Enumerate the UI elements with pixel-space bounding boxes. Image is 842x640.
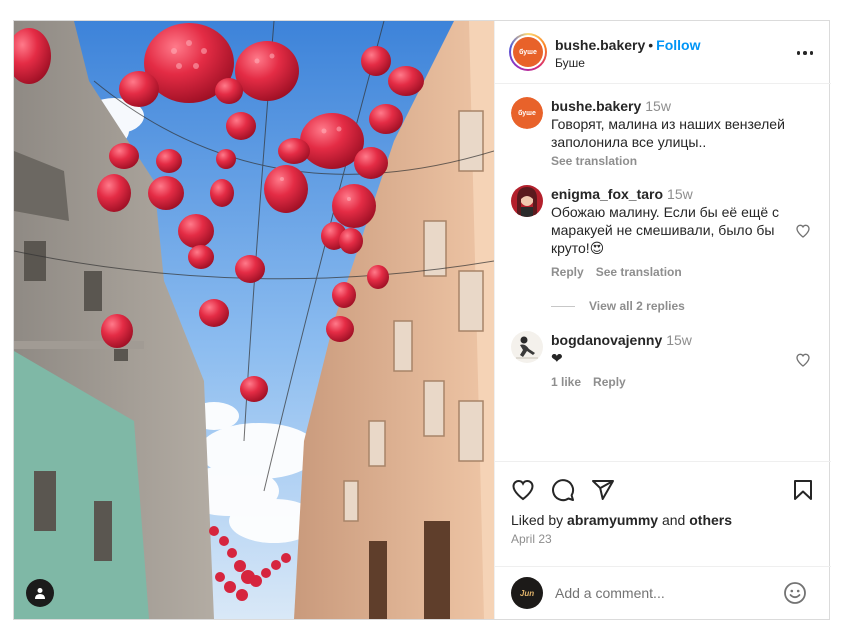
separator-dot: • [648,37,654,53]
reply-button[interactable]: Reply [593,375,626,389]
commenter-avatar[interactable] [511,331,543,363]
comment-input[interactable] [555,580,775,606]
commenter-avatar[interactable] [511,185,543,217]
current-user-avatar[interactable]: Jun [511,577,543,609]
comment-username[interactable]: bogdanovajenny [551,332,662,348]
author-avatar[interactable]: буше [513,37,543,67]
more-options-icon[interactable] [793,41,817,65]
post-actions: Liked by abramyummy and others April 23 [495,461,831,581]
paper-plane-icon[interactable] [591,478,615,502]
likes-conjunction: and [661,512,686,528]
post-header: буше bushe.bakery • Follow Буше [495,21,831,84]
add-comment-bar: Jun [495,566,831,619]
likes-summary[interactable]: Liked by abramyummy and others [511,512,732,528]
emoji-icon[interactable] [783,581,807,605]
liked-by-user[interactable]: abramyummy [567,512,658,528]
author-subtitle: Буше [555,56,585,70]
author-username[interactable]: bushe.bakery [555,37,645,53]
post-sidebar: буше bushe.bakery • Follow Буше буше bushe… [494,21,831,619]
view-replies-button[interactable]: View all 2 replies [551,299,685,313]
photo-raspberry-street-scene [14,21,494,619]
comment-time[interactable]: 15w [667,186,693,202]
follow-button[interactable]: Follow [656,37,700,53]
tagged-user-button[interactable] [26,579,54,607]
comment-text: ❤ [551,350,563,366]
likes-others[interactable]: others [689,512,732,528]
comment-text: Обожаю малину. Если бы её ещё с маракуей… [551,204,780,256]
story-ring[interactable]: буше [509,33,547,71]
comment-item: enigma_fox_taro 15w Обожаю малину. Если б… [511,185,811,315]
reply-button[interactable]: Reply [551,265,584,279]
post-date[interactable]: April 23 [511,532,552,546]
comment-time[interactable]: 15w [666,332,692,348]
caption-time[interactable]: 15w [645,98,671,114]
caption-avatar[interactable]: буше [511,97,543,129]
comment-likes-count[interactable]: 1 like [551,375,581,389]
comment-bubble-icon[interactable] [551,478,575,502]
caption-text: Говорят, малина из наших вензелей заполо… [551,116,785,150]
view-replies-label: View all 2 replies [589,299,685,313]
replies-divider-line [551,305,575,307]
see-translation-link[interactable]: See translation [551,152,791,170]
caption-username[interactable]: bushe.bakery [551,98,641,114]
post-container: буше bushe.bakery • Follow Буше буше bushe… [13,20,831,620]
bookmark-icon[interactable] [791,478,815,502]
comment-item: bogdanovajenny 15w ❤ 1 like Reply [511,331,811,401]
heart-icon[interactable] [511,478,535,502]
post-photo[interactable] [14,21,494,619]
comment-username[interactable]: enigma_fox_taro [551,186,663,202]
user-tag-icon [35,588,45,599]
comment-like-heart-icon[interactable] [795,223,811,239]
likes-prefix: Liked by [511,512,564,528]
see-translation-link[interactable]: See translation [596,265,682,279]
comment-like-heart-icon[interactable] [795,352,811,368]
comments-list[interactable]: буше bushe.bakery 15w Говорят, малина из … [495,85,831,461]
